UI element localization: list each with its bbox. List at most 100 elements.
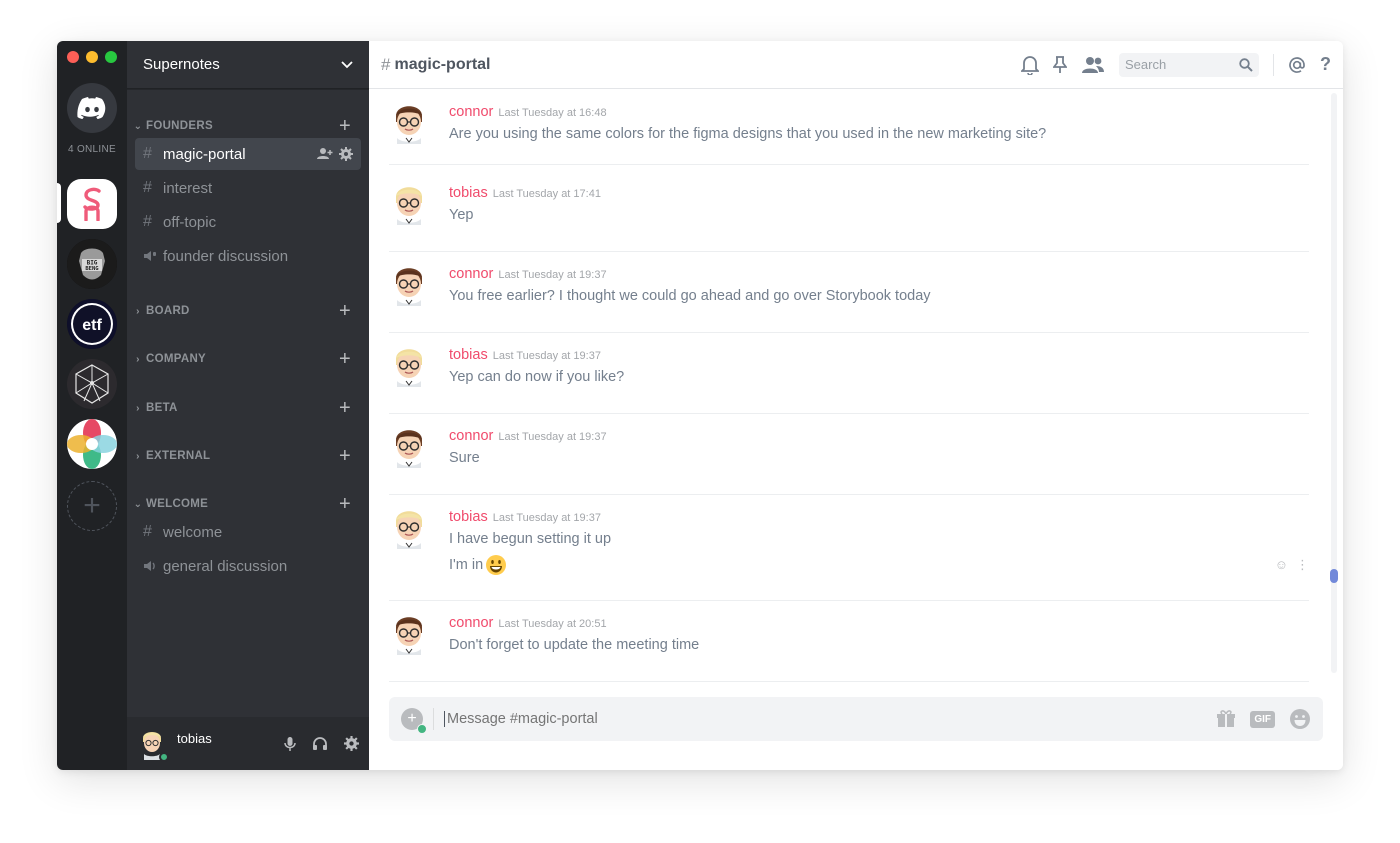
gif-button[interactable]: GIF: [1250, 710, 1275, 728]
message-author[interactable]: connor: [449, 104, 493, 120]
message-author[interactable]: tobias: [449, 509, 488, 525]
composer-divider: [433, 708, 434, 730]
add-channel-icon[interactable]: +: [339, 446, 351, 466]
message-author[interactable]: connor: [449, 615, 493, 631]
message-timestamp: Last Tuesday at 17:41: [492, 188, 601, 200]
channel-welcome[interactable]: # welcome: [135, 516, 361, 548]
minimize-window-button[interactable]: [86, 51, 98, 63]
guild-header[interactable]: Supernotes: [127, 41, 369, 89]
category-external[interactable]: › EXTERNAL +: [127, 446, 369, 466]
channel-sidebar: Supernotes ⌄ FOUNDERS + # magic-portal # …: [127, 41, 369, 770]
avatar[interactable]: [389, 343, 429, 387]
message-author[interactable]: connor: [449, 428, 493, 444]
text-channel-icon: #: [143, 523, 152, 540]
category-founders[interactable]: ⌄ FOUNDERS +: [127, 116, 369, 136]
channel-label: founder discussion: [163, 247, 289, 265]
upload-button[interactable]: +: [401, 708, 427, 734]
text-cursor: [444, 711, 445, 727]
message-timestamp: Last Tuesday at 19:37: [498, 431, 607, 443]
gift-icon[interactable]: [1216, 709, 1236, 729]
avatar[interactable]: [389, 424, 429, 468]
active-server-indicator: [57, 183, 61, 223]
channel-interest[interactable]: # interest: [135, 172, 361, 204]
channel-founder-discussion[interactable]: founder discussion: [135, 240, 361, 272]
message-line: You free earlier? I thought we could go …: [449, 288, 931, 304]
message-item[interactable]: connor Last Tuesday at 19:37 Sure: [389, 414, 1309, 495]
avatar[interactable]: [389, 505, 429, 549]
user-panel: tobias: [127, 717, 369, 770]
message-author[interactable]: connor: [449, 266, 493, 282]
channel-magic-portal[interactable]: # magic-portal: [135, 138, 361, 170]
avatar[interactable]: [389, 181, 429, 225]
microphone-icon[interactable]: [284, 736, 296, 752]
pin-icon[interactable]: [1053, 55, 1067, 74]
scrollbar-thumb[interactable]: [1330, 569, 1338, 583]
avatar[interactable]: [389, 100, 429, 144]
message-author[interactable]: tobias: [449, 347, 488, 363]
voice-channel-icon: [143, 560, 163, 572]
search-input[interactable]: Search: [1119, 52, 1259, 77]
supernotes-logo-icon: [83, 187, 101, 221]
message-item[interactable]: tobias Last Tuesday at 19:37 Yep can do …: [389, 333, 1309, 414]
chevron-right-icon: ›: [136, 353, 140, 365]
server-etf[interactable]: etf: [67, 299, 117, 349]
add-channel-icon[interactable]: +: [339, 494, 351, 514]
add-reaction-icon[interactable]: ☺: [1275, 557, 1288, 573]
message-author[interactable]: tobias: [449, 185, 488, 201]
close-window-button[interactable]: [67, 51, 79, 63]
message-item[interactable]: tobias Last Tuesday at 19:37 I have begu…: [389, 495, 1309, 601]
message-line: Are you using the same colors for the fi…: [449, 126, 1047, 142]
message-item[interactable]: connor Last Tuesday at 19:37 You free ea…: [389, 252, 1309, 333]
search-icon: [1239, 57, 1253, 72]
category-welcome[interactable]: ⌄ WELCOME +: [127, 494, 369, 514]
channel-label: off-topic: [163, 213, 217, 231]
headphones-icon[interactable]: [312, 736, 328, 751]
category-label: COMPANY: [146, 353, 207, 365]
add-channel-icon[interactable]: +: [339, 349, 351, 369]
message-input[interactable]: [447, 711, 1217, 727]
big-beng-logo-icon: BIG BENG: [67, 239, 117, 289]
server-big-beng[interactable]: BIG BENG: [67, 239, 117, 289]
add-channel-icon[interactable]: +: [339, 398, 351, 418]
message-item[interactable]: connor Last Tuesday at 20:51 Don't forge…: [389, 601, 1309, 682]
avatar[interactable]: [141, 728, 169, 762]
channel-label: interest: [163, 179, 213, 197]
avatar[interactable]: [389, 262, 429, 306]
category-company[interactable]: › COMPANY +: [127, 349, 369, 369]
category-beta[interactable]: › BETA +: [127, 398, 369, 418]
search-placeholder: Search: [1125, 57, 1167, 72]
gear-icon[interactable]: [339, 147, 353, 161]
etf-logo-icon: etf: [67, 299, 117, 349]
category-board[interactable]: › BOARD +: [127, 301, 369, 321]
scrollbar[interactable]: [1331, 93, 1337, 673]
members-icon[interactable]: [1081, 56, 1105, 74]
channel-general-discussion[interactable]: general discussion: [135, 550, 361, 582]
message-line: Sure: [449, 450, 480, 466]
message-item[interactable]: connor Last Tuesday at 16:48 Are you usi…: [389, 90, 1309, 165]
channel-off-topic[interactable]: # off-topic: [135, 206, 361, 238]
more-options-icon[interactable]: ⋮: [1296, 557, 1309, 573]
message-timestamp: Last Tuesday at 16:48: [498, 107, 607, 119]
home-button[interactable]: [67, 83, 117, 133]
add-channel-icon[interactable]: +: [339, 116, 351, 136]
add-server-button[interactable]: +: [67, 481, 117, 531]
category-label: BETA: [146, 402, 178, 414]
locked-text-channel-icon: #: [143, 179, 152, 196]
server-supernotes[interactable]: [67, 179, 117, 229]
gear-icon[interactable]: [344, 735, 359, 751]
message-item[interactable]: tobias Last Tuesday at 17:41 Yep: [389, 171, 1309, 252]
channel-label: general discussion: [163, 557, 288, 575]
notification-bell-icon[interactable]: [1021, 55, 1039, 75]
message-line: I have begun setting it up: [449, 531, 612, 547]
help-icon[interactable]: ?: [1320, 54, 1331, 75]
locked-text-channel-icon: #: [143, 145, 152, 162]
maximize-window-button[interactable]: [105, 51, 117, 63]
server-cube[interactable]: [67, 359, 117, 409]
add-channel-icon[interactable]: +: [339, 301, 351, 321]
emoji-icon[interactable]: [1289, 708, 1311, 730]
server-rail: 4 ONLINE BIG BENG etf +: [57, 41, 127, 770]
server-flower[interactable]: [67, 419, 117, 469]
avatar[interactable]: [389, 611, 429, 655]
invite-icon[interactable]: [317, 147, 333, 160]
mention-icon[interactable]: [1288, 56, 1306, 74]
